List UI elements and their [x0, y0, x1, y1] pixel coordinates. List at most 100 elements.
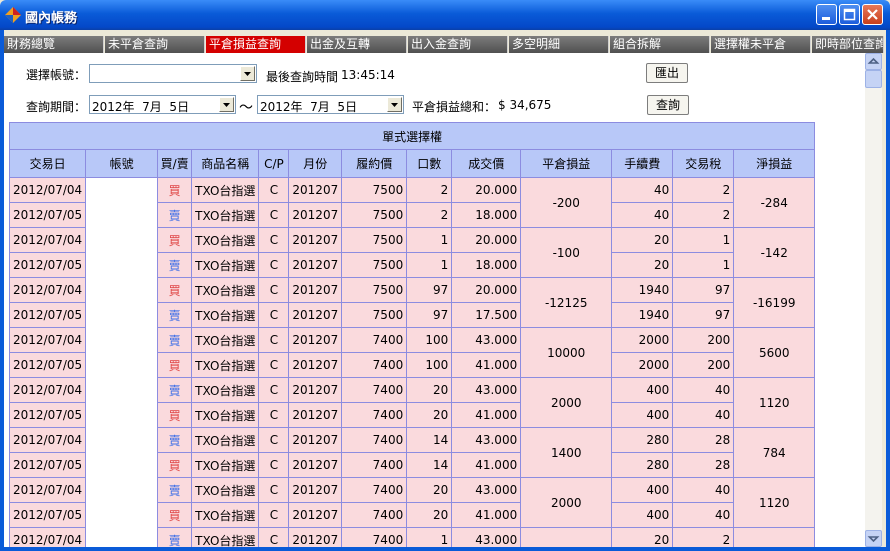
- chevron-down-icon[interactable]: [240, 66, 255, 81]
- strike-cell: 7400: [341, 502, 408, 528]
- quantity-cell: 1: [406, 527, 453, 547]
- column-header-product[interactable]: 商品名稱: [191, 149, 260, 178]
- side-cell: 賣: [157, 302, 193, 328]
- fee-cell: 40: [611, 202, 674, 228]
- side-cell: 賣: [157, 377, 193, 403]
- column-header-net[interactable]: 淨損益: [733, 149, 816, 178]
- month-cell: 201207: [288, 302, 343, 328]
- month-cell: 201207: [288, 527, 343, 547]
- strike-cell: 7400: [341, 477, 408, 503]
- price-cell: 20.000: [451, 177, 522, 203]
- scroll-up-button[interactable]: [865, 53, 882, 70]
- fee-cell: 20: [611, 227, 674, 253]
- quantity-cell: 97: [406, 302, 453, 328]
- tab-combo-split[interactable]: 組合拆解: [610, 36, 710, 53]
- quantity-cell: 20: [406, 502, 453, 528]
- chevron-down-icon[interactable]: [219, 97, 234, 112]
- call-put-cell: C: [258, 402, 290, 428]
- maximize-button[interactable]: [839, 4, 860, 25]
- product-cell: TXO台指選: [191, 327, 260, 353]
- call-put-cell: C: [258, 252, 290, 278]
- tab-realtime-position[interactable]: 即時部位查詢: [812, 36, 884, 53]
- column-header-tax[interactable]: 交易稅: [672, 149, 735, 178]
- tax-cell: 200: [672, 327, 735, 353]
- closed-pnl-cell: 1400: [520, 427, 613, 478]
- call-put-cell: C: [258, 527, 290, 547]
- query-button[interactable]: 查詢: [647, 95, 689, 115]
- tab-long-short-detail[interactable]: 多空明細: [509, 36, 609, 53]
- tax-cell: 2: [672, 202, 735, 228]
- product-cell: TXO台指選: [191, 277, 260, 303]
- price-cell: 43.000: [451, 377, 522, 403]
- product-cell: TXO台指選: [191, 202, 260, 228]
- table-row[interactable]: 2012/07/04 買 TXO台指選 C 201207 7500 2 20.000 -200 4…: [8, 177, 816, 547]
- call-put-cell: C: [258, 452, 290, 478]
- content-panel: 選擇帳號： 最後查詢時間 13:45:14 匯出 查詢期間： 2012年 7月 …: [4, 53, 865, 547]
- price-cell: 43.000: [451, 477, 522, 503]
- total-pnl-value: $ 34,675: [498, 98, 552, 112]
- date-to-value: 2012年 7月 5日: [260, 100, 358, 114]
- quantity-cell: 100: [406, 327, 453, 353]
- call-put-cell: C: [258, 502, 290, 528]
- price-cell: 20.000: [451, 277, 522, 303]
- call-put-cell: C: [258, 277, 290, 303]
- tab-open-positions[interactable]: 未平倉查詢: [105, 36, 205, 53]
- minimize-button[interactable]: [816, 4, 837, 25]
- column-header-side[interactable]: 買/賣: [157, 149, 193, 178]
- fee-cell: 280: [611, 452, 674, 478]
- net-pnl-cell: 1120: [733, 377, 816, 428]
- strike-cell: 7400: [341, 402, 408, 428]
- quantity-cell: 20: [406, 377, 453, 403]
- trade-date-cell: 2012/07/05: [8, 452, 87, 478]
- export-button[interactable]: 匯出: [646, 63, 688, 83]
- product-cell: TXO台指選: [191, 352, 260, 378]
- chevron-down-icon[interactable]: [387, 97, 402, 112]
- month-cell: 201207: [288, 377, 343, 403]
- price-cell: 41.000: [451, 402, 522, 428]
- quantity-cell: 14: [406, 427, 453, 453]
- tab-deposit-query[interactable]: 出入金查詢: [408, 36, 508, 53]
- column-header-strike[interactable]: 履約價: [341, 149, 408, 178]
- column-header-date[interactable]: 交易日: [8, 149, 87, 178]
- scroll-thumb[interactable]: [865, 70, 882, 88]
- column-header-qty[interactable]: 口數: [406, 149, 453, 178]
- vertical-scrollbar[interactable]: [865, 53, 882, 547]
- column-header-pnl[interactable]: 平倉損益: [520, 149, 613, 178]
- scroll-down-button[interactable]: [865, 530, 882, 547]
- date-from-picker[interactable]: 2012年 7月 5日: [89, 95, 236, 114]
- quantity-cell: 20: [406, 477, 453, 503]
- tab-withdraw-transfer[interactable]: 出金及互轉: [307, 36, 407, 53]
- closed-pnl-cell: -12125: [520, 277, 613, 328]
- product-cell: TXO台指選: [191, 227, 260, 253]
- trade-date-cell: 2012/07/05: [8, 502, 87, 528]
- column-header-fee[interactable]: 手續費: [611, 149, 674, 178]
- tab-financial-overview[interactable]: 財務總覽: [4, 36, 104, 53]
- column-header-cp[interactable]: C/P: [258, 149, 290, 178]
- quantity-cell: 100: [406, 352, 453, 378]
- title-bar[interactable]: 國內帳務: [0, 0, 890, 30]
- column-header-price[interactable]: 成交價: [451, 149, 522, 178]
- tax-cell: 40: [672, 477, 735, 503]
- account-select[interactable]: [89, 64, 257, 83]
- close-button[interactable]: [862, 4, 883, 25]
- call-put-cell: C: [258, 177, 290, 203]
- column-header-account[interactable]: 帳號: [85, 149, 159, 178]
- window-title: 國內帳務: [25, 11, 78, 26]
- side-cell: 賣: [157, 202, 193, 228]
- tab-closed-pnl[interactable]: 平倉損益查詢: [206, 36, 306, 53]
- price-cell: 41.000: [451, 452, 522, 478]
- product-cell: TXO台指選: [191, 502, 260, 528]
- trade-date-cell: 2012/07/05: [8, 302, 87, 328]
- column-header-month[interactable]: 月份: [288, 149, 343, 178]
- closed-pnl-cell: 10000: [520, 327, 613, 378]
- price-cell: 43.000: [451, 527, 522, 547]
- product-cell: TXO台指選: [191, 452, 260, 478]
- price-cell: 43.000: [451, 427, 522, 453]
- side-cell: 賣: [157, 477, 193, 503]
- product-cell: TXO台指選: [191, 177, 260, 203]
- month-cell: 201207: [288, 327, 343, 353]
- tab-option-open[interactable]: 選擇權未平倉: [711, 36, 811, 53]
- date-to-picker[interactable]: 2012年 7月 5日: [257, 95, 404, 114]
- side-cell: 買: [157, 452, 193, 478]
- tax-cell: 1: [672, 227, 735, 253]
